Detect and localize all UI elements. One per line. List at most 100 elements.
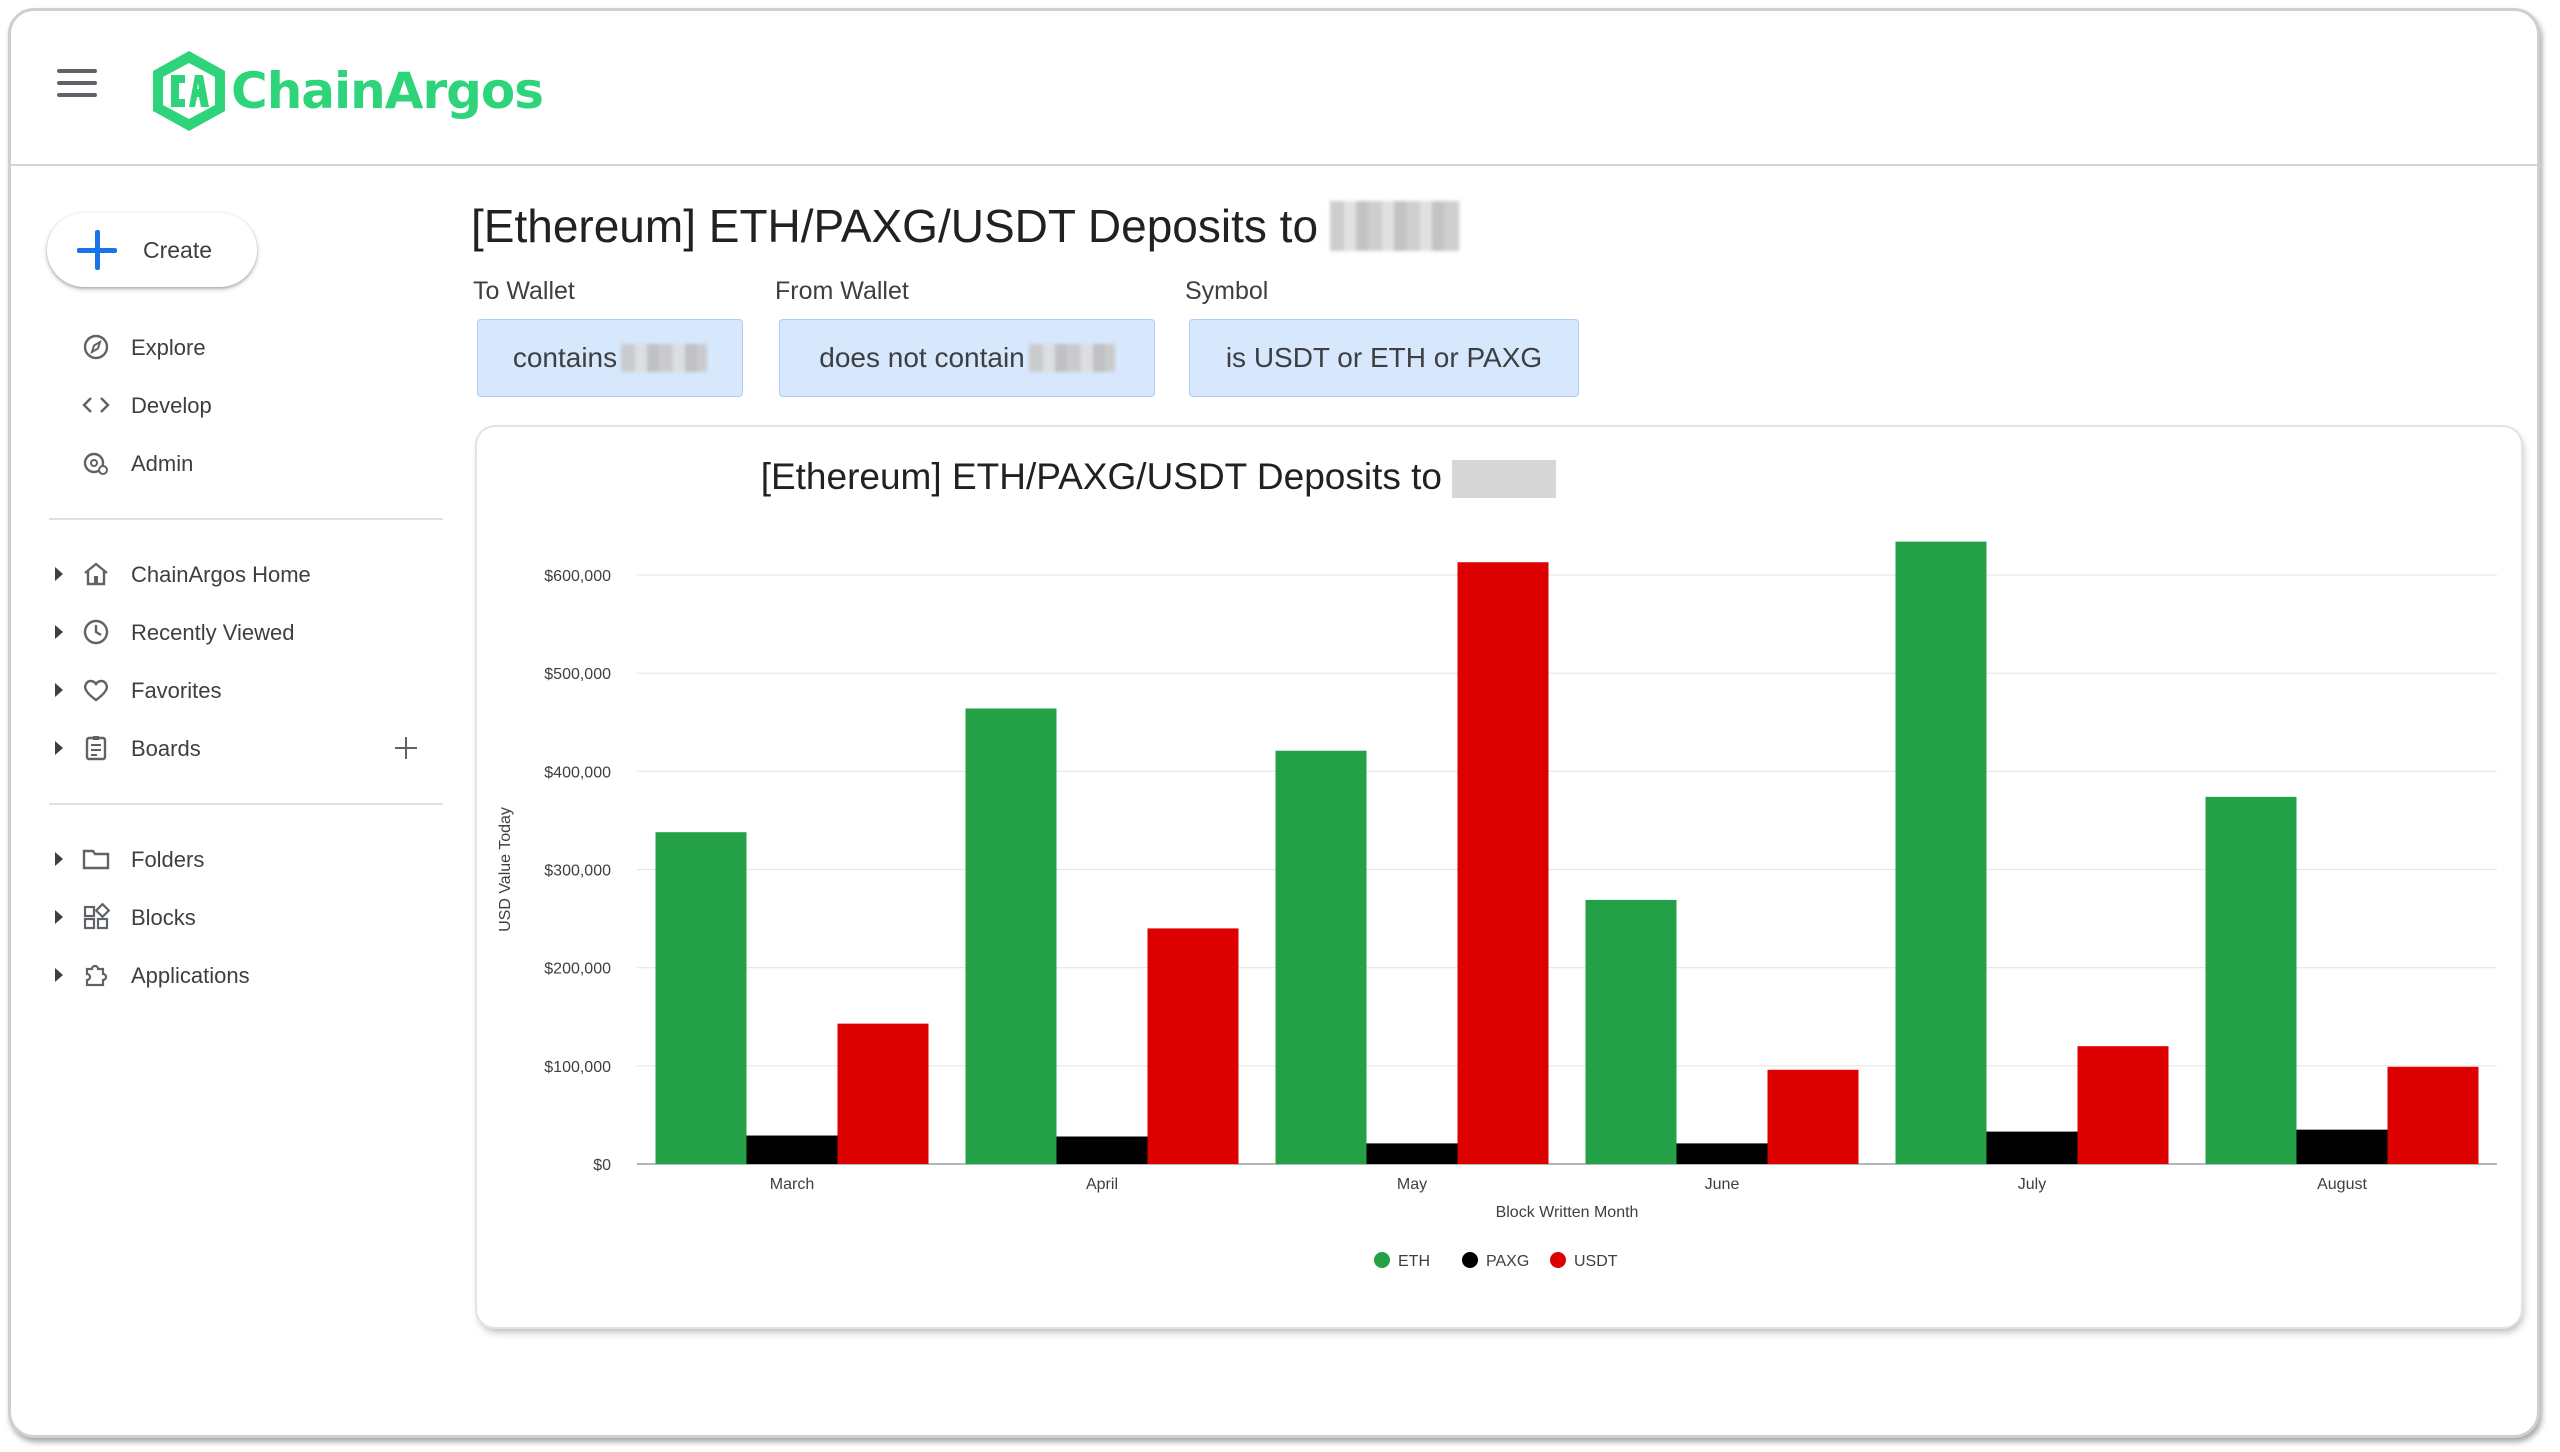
sidebar-item-label: Recently Viewed: [131, 620, 295, 645]
heart-icon: [83, 679, 109, 702]
y-tick-label: $200,000: [544, 961, 611, 978]
filter-value: does not contain: [819, 342, 1025, 373]
sidebar-item-favorites[interactable]: Favorites: [11, 665, 431, 715]
blocks-icon: [83, 903, 111, 930]
y-tick-label: $100,000: [544, 1059, 611, 1076]
page-title-text: [Ethereum] ETH/PAXG/USDT Deposits to: [471, 200, 1319, 252]
bar-paxg: [746, 1135, 838, 1164]
sidebar-item-label: Admin: [131, 451, 194, 476]
y-axis-label: USD Value Today: [497, 807, 514, 932]
filter-symbol: Symbol is USDT or ETH or PAXG: [1185, 277, 1579, 397]
folder-icon: [82, 849, 110, 870]
create-button[interactable]: Create: [47, 213, 257, 287]
bar-usdt: [2077, 1046, 2169, 1164]
chainargos-logo-icon: [153, 51, 225, 131]
legend-marker: [1462, 1252, 1478, 1268]
sidebar-item-applications[interactable]: Applications: [11, 950, 431, 1000]
x-tick-label: June: [1705, 1176, 1740, 1193]
filter-from-wallet: From Wallet does not contain: [775, 277, 1155, 397]
bar-eth: [655, 832, 747, 1164]
sidebar-divider: [49, 803, 443, 805]
bar-usdt: [837, 1023, 929, 1164]
bar-usdt: [1147, 928, 1239, 1164]
bar-usdt: [1457, 562, 1549, 1164]
expand-caret-icon[interactable]: [55, 567, 63, 581]
expand-caret-icon[interactable]: [55, 968, 63, 982]
sidebar-item-chainargos-home[interactable]: ChainArgos Home: [11, 549, 431, 599]
code-icon: [82, 397, 110, 413]
expand-caret-icon[interactable]: [55, 625, 63, 639]
bar-eth: [965, 708, 1057, 1164]
sidebar-item-explore[interactable]: Explore: [11, 322, 431, 372]
bar-chart: [Ethereum] ETH/PAXG/USDT Deposits to $0 $…: [497, 456, 2497, 1270]
filter-value: is USDT or ETH or PAXG: [1225, 342, 1543, 373]
redacted-wallet: [1330, 201, 1461, 251]
clock-icon: [83, 619, 109, 645]
sidebar-item-label: Applications: [131, 963, 250, 988]
sidebar: Create Explore Develop Admin ChainArgos …: [11, 168, 443, 1435]
filter-label: Symbol: [1185, 277, 1269, 305]
expand-caret-icon[interactable]: [55, 741, 63, 755]
chart-title: [Ethereum] ETH/PAXG/USDT Deposits to: [761, 456, 1442, 497]
bar-paxg: [2296, 1129, 2388, 1164]
legend-label: USDT: [1574, 1253, 1618, 1270]
admin-gear-icon: [83, 452, 108, 475]
app-window: ChainArgos Create Explore Develop Admin …: [8, 8, 2540, 1438]
filter-value: contains: [512, 342, 618, 373]
sidebar-item-recently-viewed[interactable]: Recently Viewed: [11, 607, 431, 657]
compass-icon: [83, 334, 109, 360]
bar-paxg: [1676, 1143, 1768, 1164]
hamburger-menu-icon[interactable]: [57, 69, 97, 99]
board-icon: [85, 736, 107, 761]
bar-eth: [2205, 796, 2297, 1164]
redacted-value: [621, 344, 708, 372]
filter-symbol-chip[interactable]: is USDT or ETH or PAXG: [1189, 319, 1579, 397]
x-tick-label: April: [1086, 1176, 1118, 1193]
x-tick-label: March: [770, 1176, 814, 1193]
sidebar-item-label: Folders: [131, 847, 205, 872]
redacted-value: [1028, 344, 1115, 372]
add-board-icon[interactable]: [393, 734, 421, 762]
expand-caret-icon[interactable]: [55, 910, 63, 924]
redacted-chart-title-wallet: [1452, 460, 1556, 498]
brand-name: ChainArgos: [231, 62, 544, 120]
bar-usdt: [1767, 1069, 1859, 1164]
y-tick-label: $600,000: [544, 568, 611, 585]
y-tick-label: $400,000: [544, 764, 611, 781]
sidebar-item-label: Boards: [131, 736, 201, 761]
sidebar-item-label: Favorites: [131, 678, 222, 703]
bar-paxg: [1986, 1131, 2078, 1164]
filter-to-wallet: To Wallet contains: [473, 277, 743, 397]
filter-from-wallet-chip[interactable]: does not contain: [779, 319, 1155, 397]
logo[interactable]: ChainArgos: [149, 49, 544, 133]
y-tick-label: $0: [593, 1157, 611, 1174]
sidebar-item-folders[interactable]: Folders: [11, 834, 431, 884]
filter-to-wallet-chip[interactable]: contains: [477, 319, 743, 397]
filter-label: From Wallet: [775, 277, 909, 305]
legend-label: ETH: [1398, 1253, 1430, 1270]
bar-eth: [1275, 750, 1367, 1164]
x-tick-label: August: [2317, 1176, 2367, 1193]
x-axis-label: Block Written Month: [1496, 1204, 1639, 1221]
legend-label: PAXG: [1486, 1253, 1529, 1270]
puzzle-icon: [85, 964, 108, 987]
sidebar-item-blocks[interactable]: Blocks: [11, 892, 431, 942]
page-title: [Ethereum] ETH/PAXG/USDT Deposits to: [471, 199, 1461, 253]
home-icon: [84, 562, 108, 586]
sidebar-item-boards[interactable]: Boards: [11, 723, 431, 773]
sidebar-divider: [49, 518, 443, 520]
sidebar-item-admin[interactable]: Admin: [11, 438, 431, 488]
sidebar-item-label: Develop: [131, 393, 212, 418]
sidebar-item-develop[interactable]: Develop: [11, 380, 431, 430]
create-label: Create: [143, 236, 213, 263]
bar-eth: [1895, 541, 1987, 1164]
chart-card: [Ethereum] ETH/PAXG/USDT Deposits to $0 $…: [477, 427, 2521, 1327]
plus-icon: [77, 230, 117, 270]
x-tick-label: July: [2018, 1176, 2046, 1193]
expand-caret-icon[interactable]: [55, 683, 63, 697]
sidebar-item-label: Blocks: [131, 905, 196, 930]
legend-marker: [1374, 1252, 1390, 1268]
bar-usdt: [2387, 1066, 2479, 1164]
x-tick-label: May: [1397, 1176, 1427, 1193]
expand-caret-icon[interactable]: [55, 852, 63, 866]
